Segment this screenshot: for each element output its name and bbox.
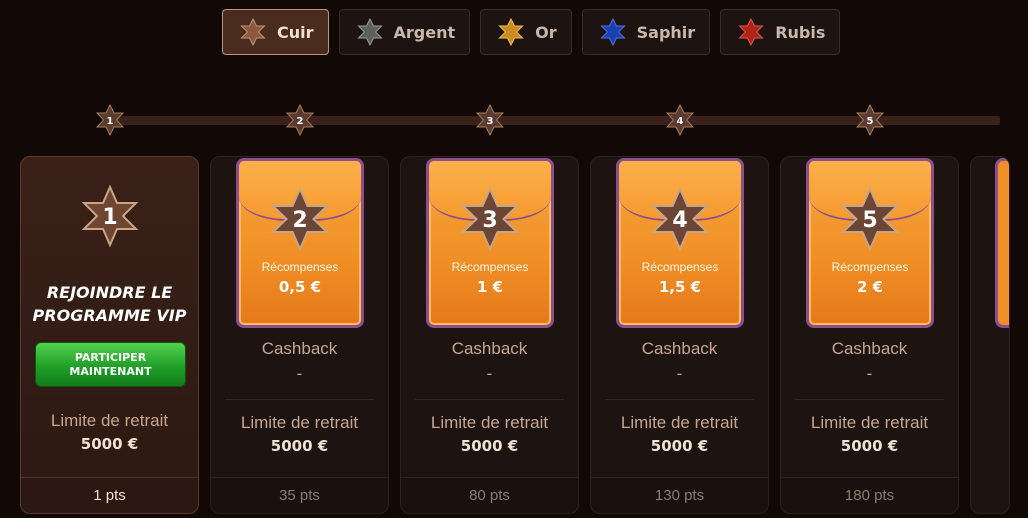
level-card-4: 4 Récompenses 1,5 € Cashback - Limite de… bbox=[590, 156, 769, 514]
reward-label: Récompenses bbox=[261, 260, 339, 274]
points-required: 180 pts bbox=[781, 477, 958, 513]
cashback-value: - bbox=[296, 364, 303, 383]
track-level-4: 4 bbox=[666, 104, 694, 136]
level-number: 2 bbox=[292, 208, 307, 233]
level-star-icon: 2 bbox=[270, 187, 330, 251]
withdraw-limit-label: Limite de retrait bbox=[240, 413, 359, 432]
withdraw-limit-value: 5000 € bbox=[270, 437, 329, 455]
tab-label: Saphir bbox=[636, 22, 696, 42]
reward-envelope bbox=[995, 158, 1009, 328]
tab-label: Or bbox=[535, 22, 557, 42]
level-star-icon: 3 bbox=[460, 187, 520, 251]
track-level-1: 1 bbox=[96, 104, 124, 136]
join-now-button[interactable]: PARTICIPER MAINTENANT bbox=[35, 342, 186, 387]
tab-cuir[interactable]: Cuir bbox=[222, 9, 329, 55]
level-card-6-partial bbox=[970, 156, 1010, 514]
divider bbox=[795, 399, 944, 400]
points-required: 1 pts bbox=[21, 477, 198, 513]
level-number: 5 bbox=[862, 208, 877, 233]
star-ruby-icon bbox=[737, 18, 765, 46]
cashback-label: Cashback bbox=[641, 339, 718, 358]
reward-envelope: 5 Récompenses 2 € bbox=[806, 158, 934, 328]
tier-tabs: Cuir Argent Or Saphir Rubis bbox=[222, 9, 841, 55]
reward-label: Récompenses bbox=[831, 260, 909, 274]
withdraw-limit-label: Limite de retrait bbox=[620, 413, 739, 432]
star-leather-icon bbox=[239, 18, 267, 46]
star-silver-icon bbox=[356, 18, 384, 46]
withdraw-limit-label: Limite de retrait bbox=[810, 413, 929, 432]
track-level-3: 3 bbox=[476, 104, 504, 136]
track-level-2: 2 bbox=[286, 104, 314, 136]
tab-label: Rubis bbox=[775, 22, 826, 42]
cashback-value: - bbox=[486, 364, 493, 383]
cashback-label: Cashback bbox=[451, 339, 528, 358]
level-star-icon: 4 bbox=[650, 187, 710, 251]
cashback-label: Cashback bbox=[261, 339, 338, 358]
level-number: 4 bbox=[672, 208, 687, 233]
tab-label: Cuir bbox=[277, 22, 314, 42]
track-level-label: 5 bbox=[867, 116, 874, 127]
tab-label: Argent bbox=[393, 22, 456, 42]
track-level-5: 5 bbox=[856, 104, 884, 136]
star-sapphire-icon bbox=[599, 18, 627, 46]
star-gold-icon bbox=[497, 18, 525, 46]
tab-saphir[interactable]: Saphir bbox=[581, 9, 711, 55]
track-level-label: 4 bbox=[677, 116, 684, 127]
track-level-label: 1 bbox=[107, 116, 114, 127]
reward-envelope: 4 Récompenses 1,5 € bbox=[616, 158, 744, 328]
level-star-icon: 5 bbox=[840, 187, 900, 251]
points-required: 35 pts bbox=[211, 477, 388, 513]
points-required: 130 pts bbox=[591, 477, 768, 513]
track-level-label: 3 bbox=[487, 116, 494, 127]
cashback-label: Cashback bbox=[831, 339, 908, 358]
level-card-2: 2 Récompenses 0,5 € Cashback - Limite de… bbox=[210, 156, 389, 514]
withdraw-limit-value: 5000 € bbox=[840, 437, 899, 455]
cashback-value: - bbox=[676, 364, 683, 383]
withdraw-limit-label: Limite de retrait bbox=[430, 413, 549, 432]
withdraw-limit-value: 5000 € bbox=[460, 437, 519, 455]
reward-envelope: 3 Récompenses 1 € bbox=[426, 158, 554, 328]
withdraw-limit-label: Limite de retrait bbox=[50, 411, 169, 430]
level-number: 3 bbox=[482, 208, 497, 233]
reward-envelope: 2 Récompenses 0,5 € bbox=[236, 158, 364, 328]
divider bbox=[225, 399, 374, 400]
level-card-3: 3 Récompenses 1 € Cashback - Limite de r… bbox=[400, 156, 579, 514]
reward-value: 1,5 € bbox=[658, 278, 702, 296]
reward-value: 1 € bbox=[476, 278, 504, 296]
level-card-1: 1 Rejoindre le programme VIP PARTICIPER … bbox=[20, 156, 199, 514]
level-number: 1 bbox=[102, 205, 117, 230]
withdraw-limit-value: 5000 € bbox=[650, 437, 709, 455]
track-level-label: 2 bbox=[297, 116, 304, 127]
reward-value: 0,5 € bbox=[278, 278, 322, 296]
tab-or[interactable]: Or bbox=[480, 9, 572, 55]
points-required: 80 pts bbox=[401, 477, 578, 513]
tab-rubis[interactable]: Rubis bbox=[720, 9, 841, 55]
reward-label: Récompenses bbox=[451, 260, 529, 274]
level-star-icon: 1 bbox=[81, 185, 139, 247]
level-card-5: 5 Récompenses 2 € Cashback - Limite de r… bbox=[780, 156, 959, 514]
divider bbox=[605, 399, 754, 400]
reward-value: 2 € bbox=[856, 278, 884, 296]
divider bbox=[415, 399, 564, 400]
cashback-value: - bbox=[866, 364, 873, 383]
tab-argent[interactable]: Argent bbox=[338, 9, 471, 55]
join-vip-title: Rejoindre le programme VIP bbox=[32, 283, 187, 325]
reward-label: Récompenses bbox=[641, 260, 719, 274]
withdraw-limit-value: 5000 € bbox=[80, 435, 139, 453]
